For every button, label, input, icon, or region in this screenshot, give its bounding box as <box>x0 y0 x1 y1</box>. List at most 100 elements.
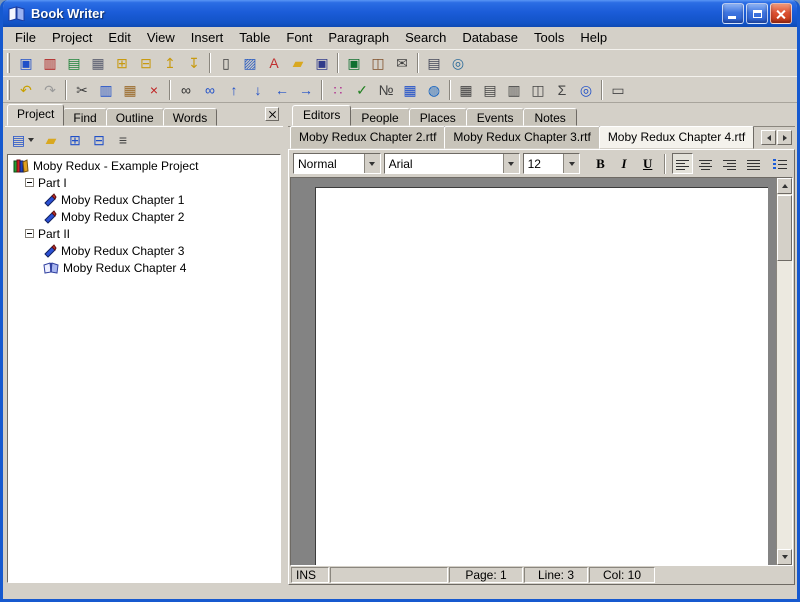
structure-view-button[interactable]: ≡ <box>111 129 135 152</box>
insert-image-button[interactable]: ▨ <box>238 52 262 75</box>
move-chapter-down-button[interactable]: ↧ <box>182 52 206 75</box>
menu-search[interactable]: Search <box>397 28 454 47</box>
open-book-button[interactable]: ▥ <box>38 52 62 75</box>
tab-notes[interactable]: Notes <box>523 108 576 126</box>
font-size-dropdown-button[interactable] <box>563 154 579 173</box>
tree-item-moby-redux-chapter-2[interactable]: Moby Redux Chapter 2 <box>11 208 280 225</box>
font-combobox[interactable]: Arial <box>384 153 520 174</box>
font-dropdown-button[interactable] <box>503 154 519 173</box>
cut-button[interactable]: ✂ <box>70 78 94 101</box>
goto-previous-button[interactable]: ↑ <box>222 78 246 101</box>
close-button[interactable] <box>770 3 792 24</box>
doc-tab-moby-redux-chapter-2-rtf[interactable]: Moby Redux Chapter 2.rtf <box>290 126 445 149</box>
table-split-cells-button[interactable]: ◫ <box>526 78 550 101</box>
table-insert-row-button[interactable]: ▤ <box>478 78 502 101</box>
redo-button[interactable]: ↷ <box>38 78 62 101</box>
paste-button[interactable]: ▦ <box>118 78 142 101</box>
find-next-button[interactable]: ∞ <box>198 78 222 101</box>
menu-edit[interactable]: Edit <box>100 28 138 47</box>
open-file-button[interactable]: ▰ <box>286 52 310 75</box>
scroll-down-button[interactable] <box>777 549 792 565</box>
save-project-button[interactable]: ▣ <box>14 52 38 75</box>
tab-find[interactable]: Find <box>63 108 106 126</box>
menu-font[interactable]: Font <box>278 28 320 47</box>
collapse-expander-icon[interactable] <box>25 178 34 187</box>
table-insert-column-button[interactable]: ▥ <box>502 78 526 101</box>
style-dropdown-button[interactable] <box>364 154 380 173</box>
tree-item-moby-redux-chapter-1[interactable]: Moby Redux Chapter 1 <box>11 191 280 208</box>
toolbar-grip[interactable] <box>7 80 10 100</box>
collapse-expander-icon[interactable] <box>25 229 34 238</box>
menu-help[interactable]: Help <box>572 28 615 47</box>
keyboard-macro-button[interactable]: ▭ <box>606 78 630 101</box>
table-insert-button[interactable]: ▦ <box>454 78 478 101</box>
table-sum-button[interactable]: Σ <box>550 78 574 101</box>
remove-item-button[interactable]: ⊟ <box>87 129 111 152</box>
demote-button[interactable]: → <box>294 78 318 101</box>
align-center-button[interactable] <box>696 153 717 174</box>
save-file-button[interactable]: ▣ <box>310 52 334 75</box>
delete-button[interactable]: × <box>142 78 166 101</box>
special-characters-button[interactable]: ∷ <box>326 78 350 101</box>
title-bar[interactable]: Book Writer <box>3 0 797 27</box>
tab-places[interactable]: Places <box>409 108 467 126</box>
doc-tab-moby-redux-chapter-3-rtf[interactable]: Moby Redux Chapter 3.rtf <box>444 126 599 149</box>
menu-project[interactable]: Project <box>44 28 100 47</box>
find-button[interactable]: ∞ <box>174 78 198 101</box>
font-size-combobox[interactable]: 12 <box>523 153 581 174</box>
numbered-list-button[interactable] <box>769 153 790 174</box>
minimize-button[interactable] <box>722 3 744 24</box>
copy-button[interactable]: ▥ <box>94 78 118 101</box>
print-button[interactable]: ▤ <box>422 52 446 75</box>
tree-section-part-i[interactable]: Part I <box>11 174 280 191</box>
menu-view[interactable]: View <box>139 28 183 47</box>
scroll-up-button[interactable] <box>777 178 792 194</box>
menu-table[interactable]: Table <box>231 28 278 47</box>
toolbar-grip[interactable] <box>7 53 10 73</box>
save-all-button[interactable]: ▣ <box>342 52 366 75</box>
book-properties-button[interactable]: ▤ <box>62 52 86 75</box>
menu-database[interactable]: Database <box>454 28 526 47</box>
document-area[interactable] <box>291 178 776 565</box>
print-preview-button[interactable]: ◎ <box>446 52 470 75</box>
menu-paragraph[interactable]: Paragraph <box>320 28 397 47</box>
goto-next-button[interactable]: ↓ <box>246 78 270 101</box>
tree-item-moby-redux-chapter-3[interactable]: Moby Redux Chapter 3 <box>11 242 280 259</box>
doc-tab-moby-redux-chapter-4-rtf[interactable]: Moby Redux Chapter 4.rtf <box>599 126 754 149</box>
bold-button[interactable]: B <box>590 153 611 174</box>
align-right-button[interactable] <box>719 153 740 174</box>
scrollbar-track[interactable] <box>777 261 792 549</box>
tab-words[interactable]: Words <box>163 108 217 126</box>
tab-scroll-left-button[interactable] <box>761 130 776 145</box>
menu-tools[interactable]: Tools <box>526 28 572 47</box>
maximize-button[interactable] <box>746 3 768 24</box>
tab-project[interactable]: Project <box>7 104 64 126</box>
italic-button[interactable]: I <box>614 153 635 174</box>
align-justify-button[interactable] <box>743 153 764 174</box>
style-combobox[interactable]: Normal <box>293 153 381 174</box>
new-document-button[interactable]: ▯ <box>214 52 238 75</box>
spell-check-button[interactable]: ✓ <box>350 78 374 101</box>
word-count-button[interactable]: № <box>374 78 398 101</box>
tab-events[interactable]: Events <box>466 108 525 126</box>
menu-file[interactable]: File <box>7 28 44 47</box>
text-art-button[interactable]: A <box>262 52 286 75</box>
add-item-button[interactable]: ⊞ <box>63 129 87 152</box>
tab-outline[interactable]: Outline <box>106 108 164 126</box>
panel-close-button[interactable] <box>265 107 279 121</box>
view-mode-button[interactable]: ▤ <box>7 129 39 152</box>
scrollbar-thumb[interactable] <box>777 195 792 261</box>
remove-chapter-button[interactable]: ⊟ <box>134 52 158 75</box>
table-find-button[interactable]: ◎ <box>574 78 598 101</box>
add-chapter-button[interactable]: ⊞ <box>110 52 134 75</box>
tree-section-part-ii[interactable]: Part II <box>11 225 280 242</box>
tree-root-project[interactable]: Moby Redux - Example Project <box>11 157 280 174</box>
undo-button[interactable]: ↶ <box>14 78 38 101</box>
tab-editors[interactable]: Editors <box>292 105 351 126</box>
tree-item-moby-redux-chapter-4[interactable]: Moby Redux Chapter 4 <box>11 259 280 276</box>
database-grid-button[interactable]: ▦ <box>398 78 422 101</box>
menu-insert[interactable]: Insert <box>183 28 232 47</box>
move-chapter-up-button[interactable]: ↥ <box>158 52 182 75</box>
underline-button[interactable]: U <box>637 153 658 174</box>
document-page[interactable] <box>315 187 768 565</box>
